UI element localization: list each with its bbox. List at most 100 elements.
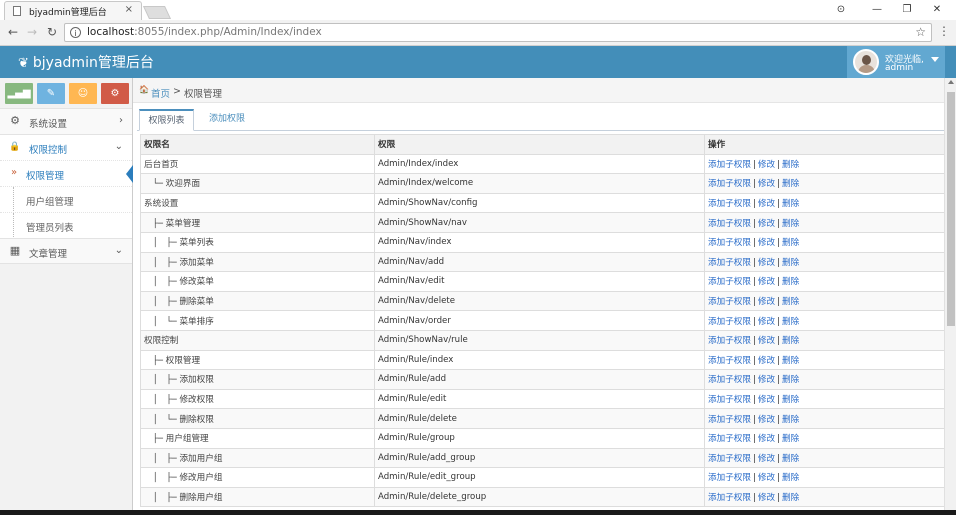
page-scrollbar[interactable] xyxy=(944,78,956,515)
address-bar[interactable]: i localhost:8055/index.php/Admin/Index/i… xyxy=(64,23,932,42)
action-separator: | xyxy=(752,355,756,366)
delete-permission-link[interactable]: 删除 xyxy=(782,375,799,385)
sidebar-shortcuts: ▂▄▆ ✎ ☺ ⚙ xyxy=(5,83,129,104)
add-child-permission-link[interactable]: 添加子权限 xyxy=(708,238,751,248)
delete-permission-link[interactable]: 删除 xyxy=(782,238,799,248)
new-tab-button[interactable] xyxy=(142,6,172,19)
add-child-permission-link[interactable]: 添加子权限 xyxy=(708,160,751,170)
delete-permission-link[interactable]: 删除 xyxy=(782,336,799,346)
stats-shortcut-button[interactable]: ▂▄▆ xyxy=(5,83,33,104)
edit-permission-link[interactable]: 修改 xyxy=(758,258,775,268)
table-row: │ ├─ 修改菜单 Admin/Nav/edit 添加子权限 | 修改 | 删除 xyxy=(140,271,945,292)
permission-rule: Admin/Rule/delete_group xyxy=(374,486,705,508)
add-child-permission-link[interactable]: 添加子权限 xyxy=(708,297,751,307)
delete-permission-link[interactable]: 删除 xyxy=(782,258,799,268)
browser-titlebar: bjyadmin管理后台 × ⊙ — ❐ ✕ xyxy=(0,0,956,20)
edit-permission-link[interactable]: 修改 xyxy=(758,297,775,307)
row-actions: 添加子权限 | 修改 | 删除 xyxy=(704,271,945,292)
delete-permission-link[interactable]: 删除 xyxy=(782,277,799,287)
scroll-up-icon[interactable] xyxy=(948,80,954,84)
edit-shortcut-button[interactable]: ✎ xyxy=(37,83,65,104)
sidebar-item-article-management[interactable]: ▦ 文章管理 ⌄ xyxy=(0,238,132,264)
leaf-icon: ❦ xyxy=(18,56,29,71)
add-child-permission-link[interactable]: 添加子权限 xyxy=(708,473,751,483)
delete-permission-link[interactable]: 删除 xyxy=(782,199,799,209)
add-child-permission-link[interactable]: 添加子权限 xyxy=(708,199,751,209)
add-child-permission-link[interactable]: 添加子权限 xyxy=(708,375,751,385)
scrollbar-thumb[interactable] xyxy=(947,92,955,326)
delete-permission-link[interactable]: 删除 xyxy=(782,160,799,170)
edit-permission-link[interactable]: 修改 xyxy=(758,375,775,385)
edit-permission-link[interactable]: 修改 xyxy=(758,238,775,248)
delete-permission-link[interactable]: 删除 xyxy=(782,179,799,189)
edit-permission-link[interactable]: 修改 xyxy=(758,356,775,366)
close-window-button[interactable]: ✕ xyxy=(922,2,952,18)
delete-permission-link[interactable]: 删除 xyxy=(782,356,799,366)
add-child-permission-link[interactable]: 添加子权限 xyxy=(708,317,751,327)
add-child-permission-link[interactable]: 添加子权限 xyxy=(708,454,751,464)
edit-permission-link[interactable]: 修改 xyxy=(758,415,775,425)
users-shortcut-button[interactable]: ☺ xyxy=(69,83,97,104)
add-child-permission-link[interactable]: 添加子权限 xyxy=(708,434,751,444)
tab-permission-list[interactable]: 权限列表 xyxy=(139,109,194,131)
delete-permission-link[interactable]: 删除 xyxy=(782,493,799,503)
maximize-button[interactable]: ❐ xyxy=(892,2,922,18)
account-icon[interactable]: ⊙ xyxy=(826,2,856,18)
brand-logo[interactable]: ❦ bjyadmin管理后台 xyxy=(18,52,154,72)
url-text[interactable]: localhost:8055/index.php/Admin/Index/ind… xyxy=(87,26,322,38)
add-child-permission-link[interactable]: 添加子权限 xyxy=(708,179,751,189)
delete-permission-link[interactable]: 删除 xyxy=(782,454,799,464)
delete-permission-link[interactable]: 删除 xyxy=(782,415,799,425)
edit-permission-link[interactable]: 修改 xyxy=(758,454,775,464)
edit-permission-link[interactable]: 修改 xyxy=(758,277,775,287)
sidebar-item-permission-control[interactable]: 🔒 权限控制 ⌄ xyxy=(0,134,132,160)
delete-permission-link[interactable]: 删除 xyxy=(782,219,799,229)
add-child-permission-link[interactable]: 添加子权限 xyxy=(708,395,751,405)
delete-permission-link[interactable]: 删除 xyxy=(782,395,799,405)
edit-permission-link[interactable]: 修改 xyxy=(758,336,775,346)
browser-tab[interactable]: bjyadmin管理后台 × xyxy=(4,1,142,20)
sidebar-subitem-permission-management[interactable]: » 权限管理 xyxy=(0,160,133,186)
edit-permission-link[interactable]: 修改 xyxy=(758,160,775,170)
tab-close-icon[interactable]: × xyxy=(125,4,133,15)
permission-rule: Admin/Rule/index xyxy=(374,349,705,371)
add-child-permission-link[interactable]: 添加子权限 xyxy=(708,415,751,425)
reload-button[interactable]: ↻ xyxy=(44,24,60,40)
delete-permission-link[interactable]: 删除 xyxy=(782,473,799,483)
add-child-permission-link[interactable]: 添加子权限 xyxy=(708,493,751,503)
add-child-permission-link[interactable]: 添加子权限 xyxy=(708,336,751,346)
action-separator: | xyxy=(752,179,756,190)
bookmark-star-icon[interactable]: ☆ xyxy=(915,25,926,39)
edit-permission-link[interactable]: 修改 xyxy=(758,179,775,189)
edit-permission-link[interactable]: 修改 xyxy=(758,317,775,327)
permission-name: │ ├─ 修改菜单 xyxy=(140,271,375,292)
back-button[interactable]: ← xyxy=(5,24,21,40)
delete-permission-link[interactable]: 删除 xyxy=(782,317,799,327)
sidebar-item-system-settings[interactable]: ⚙ 系统设置 › xyxy=(0,108,132,134)
breadcrumb-home-link[interactable]: 首页 xyxy=(151,86,170,100)
edit-permission-link[interactable]: 修改 xyxy=(758,199,775,209)
tab-add-permission[interactable]: 添加权限 xyxy=(201,109,253,131)
add-child-permission-link[interactable]: 添加子权限 xyxy=(708,277,751,287)
edit-permission-link[interactable]: 修改 xyxy=(758,219,775,229)
row-actions: 添加子权限 | 修改 | 删除 xyxy=(704,447,945,469)
edit-permission-link[interactable]: 修改 xyxy=(758,434,775,444)
sidebar-subitem-user-groups[interactable]: 用户组管理 xyxy=(0,186,132,213)
info-icon[interactable]: i xyxy=(70,27,81,38)
permission-rule: Admin/Nav/edit xyxy=(374,271,705,292)
edit-permission-link[interactable]: 修改 xyxy=(758,493,775,503)
delete-permission-link[interactable]: 删除 xyxy=(782,297,799,307)
delete-permission-link[interactable]: 删除 xyxy=(782,434,799,444)
add-child-permission-link[interactable]: 添加子权限 xyxy=(708,258,751,268)
sidebar-subitem-admin-list[interactable]: 管理员列表 xyxy=(0,212,132,239)
add-child-permission-link[interactable]: 添加子权限 xyxy=(708,356,751,366)
browser-menu-icon[interactable]: ⋮ xyxy=(938,24,950,38)
add-child-permission-link[interactable]: 添加子权限 xyxy=(708,219,751,229)
minimize-button[interactable]: — xyxy=(862,2,892,18)
table-row: │ └─ 删除权限 Admin/Rule/delete 添加子权限 | 修改 | 删除 xyxy=(140,408,945,429)
edit-permission-link[interactable]: 修改 xyxy=(758,395,775,405)
forward-button[interactable]: → xyxy=(24,24,40,40)
user-menu[interactable]: 欢迎光临, admin xyxy=(847,46,945,78)
settings-shortcut-button[interactable]: ⚙ xyxy=(101,83,129,104)
edit-permission-link[interactable]: 修改 xyxy=(758,473,775,483)
